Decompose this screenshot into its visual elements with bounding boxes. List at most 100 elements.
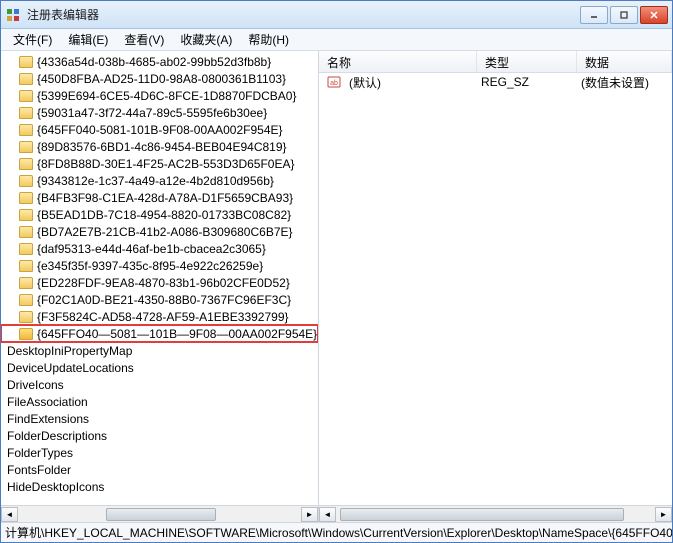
tree-item-label: {e345f35f-9397-435c-8f95-4e922c26259e} (37, 259, 263, 273)
list-scroll-right-button[interactable]: ► (655, 507, 672, 522)
cell-data: (数值未设置) (577, 74, 672, 91)
scroll-thumb-left[interactable] (106, 508, 216, 521)
tree-item-label: {59031a47-3f72-44a7-89c5-5595fe6b30ee} (37, 106, 267, 120)
tree-item[interactable]: {F02C1A0D-BE21-4350-88B0-7367FC96EF3C} (1, 291, 318, 308)
tree-item[interactable]: {89D83576-6BD1-4c86-9454-BEB04E94C819} (1, 138, 318, 155)
tree-item-label: {B5EAD1DB-7C18-4954-8820-01733BC08C82} (37, 208, 291, 222)
scroll-right-button[interactable]: ► (301, 507, 318, 522)
window-controls (580, 6, 668, 24)
tree-item-label: {645FFO40—5081—101B—9F08—00AA002F954E} (37, 327, 317, 341)
tree-item[interactable]: DesktopIniPropertyMap (1, 342, 318, 359)
tree-item-label: {B4FB3F98-C1EA-428d-A78A-D1F5659CBA93} (37, 191, 293, 205)
menu-help[interactable]: 帮助(H) (240, 29, 297, 50)
menu-bar: 文件(F) 编辑(E) 查看(V) 收藏夹(A) 帮助(H) (1, 29, 672, 51)
tree-item[interactable]: {B5EAD1DB-7C18-4954-8820-01733BC08C82} (1, 206, 318, 223)
folder-icon (19, 294, 33, 306)
tree-item[interactable]: {F3F5824C-AD58-4728-AF59-A1EBE3392799} (1, 308, 318, 325)
tree-item-label: {9343812e-1c37-4a49-a12e-4b2d810d956b} (37, 174, 274, 188)
tree-item-label: HideDesktopIcons (7, 480, 104, 494)
tree-item-label: {F02C1A0D-BE21-4350-88B0-7367FC96EF3C} (37, 293, 291, 307)
tree-item-label: FontsFolder (7, 463, 71, 477)
tree-item[interactable]: FolderDescriptions (1, 427, 318, 444)
tree-item-label: FindExtensions (7, 412, 89, 426)
maximize-button[interactable] (610, 6, 638, 24)
tree-scroll[interactable]: {4336a54d-038b-4685-ab02-99bb52d3fb8b} {4… (1, 51, 318, 505)
app-window: 注册表编辑器 文件(F) 编辑(E) 查看(V) 收藏夹(A) 帮助(H) {4… (0, 0, 673, 543)
status-bar: 计算机\HKEY_LOCAL_MACHINE\SOFTWARE\Microsof… (1, 522, 672, 542)
tree: {4336a54d-038b-4685-ab02-99bb52d3fb8b} {4… (1, 51, 318, 495)
title-bar[interactable]: 注册表编辑器 (1, 1, 672, 29)
menu-view[interactable]: 查看(V) (116, 29, 172, 50)
tree-item[interactable]: {B4FB3F98-C1EA-428d-A78A-D1F5659CBA93} (1, 189, 318, 206)
tree-item-label: FolderDescriptions (7, 429, 107, 443)
folder-icon (19, 328, 33, 340)
tree-item-label: {450D8FBA-AD25-11D0-98A8-0800361B1103} (37, 72, 286, 86)
tree-item-label: {BD7A2E7B-21CB-41b2-A086-B309680C6B7E} (37, 225, 293, 239)
header-data[interactable]: 数据 (577, 51, 672, 72)
menu-edit[interactable]: 编辑(E) (60, 29, 116, 50)
folder-icon (19, 192, 33, 204)
scroll-left-button[interactable]: ◄ (1, 507, 18, 522)
tree-item[interactable]: {8FD8B88D-30E1-4F25-AC2B-553D3D65F0EA} (1, 155, 318, 172)
minimize-button[interactable] (580, 6, 608, 24)
tree-item-label: {89D83576-6BD1-4c86-9454-BEB04E94C819} (37, 140, 287, 154)
list-row[interactable]: ab(默认)REG_SZ(数值未设置) (319, 73, 672, 91)
list-header: 名称 类型 数据 (319, 51, 672, 73)
tree-item[interactable]: {BD7A2E7B-21CB-41b2-A086-B309680C6B7E} (1, 223, 318, 240)
tree-item-label: {F3F5824C-AD58-4728-AF59-A1EBE3392799} (37, 310, 289, 324)
main-area: {4336a54d-038b-4685-ab02-99bb52d3fb8b} {4… (1, 51, 672, 522)
tree-hscrollbar: ◄ ► (1, 505, 318, 522)
window-title: 注册表编辑器 (27, 6, 580, 23)
folder-icon (19, 243, 33, 255)
status-path: 计算机\HKEY_LOCAL_MACHINE\SOFTWARE\Microsof… (5, 524, 672, 541)
scroll-track-right[interactable] (336, 507, 655, 522)
folder-icon (19, 56, 33, 68)
menu-favorites[interactable]: 收藏夹(A) (172, 29, 240, 50)
cell-name: (默认) (345, 74, 477, 91)
tree-item[interactable]: FolderTypes (1, 444, 318, 461)
menu-file[interactable]: 文件(F) (5, 29, 60, 50)
header-type[interactable]: 类型 (477, 51, 577, 72)
tree-item[interactable]: FindExtensions (1, 410, 318, 427)
folder-icon (19, 73, 33, 85)
tree-item[interactable]: HideDesktopIcons (1, 478, 318, 495)
tree-item-label: DriveIcons (7, 378, 64, 392)
tree-item-label: {5399E694-6CE5-4D6C-8FCE-1D8870FDCBA0} (37, 89, 296, 103)
tree-item[interactable]: FontsFolder (1, 461, 318, 478)
folder-icon (19, 90, 33, 102)
tree-item[interactable]: {5399E694-6CE5-4D6C-8FCE-1D8870FDCBA0} (1, 87, 318, 104)
list-scroll-left-button[interactable]: ◄ (319, 507, 336, 522)
tree-item[interactable]: {daf95313-e44d-46af-be1b-cbacea2c3065} (1, 240, 318, 257)
tree-item-label: DesktopIniPropertyMap (7, 344, 132, 358)
tree-item[interactable]: {ED228FDF-9EA8-4870-83b1-96b02CFE0D52} (1, 274, 318, 291)
tree-item-label: {4336a54d-038b-4685-ab02-99bb52d3fb8b} (37, 55, 271, 69)
header-name[interactable]: 名称 (319, 51, 477, 72)
cell-type: REG_SZ (477, 75, 577, 89)
tree-item-label: FolderTypes (7, 446, 73, 460)
tree-item-label: {645FF040-5081-101B-9F08-00AA002F954E} (37, 123, 283, 137)
scroll-track-left[interactable] (18, 507, 301, 522)
tree-item[interactable]: {4336a54d-038b-4685-ab02-99bb52d3fb8b} (1, 53, 318, 70)
tree-item[interactable]: {9343812e-1c37-4a49-a12e-4b2d810d956b} (1, 172, 318, 189)
tree-item-label: {ED228FDF-9EA8-4870-83b1-96b02CFE0D52} (37, 276, 290, 290)
tree-item[interactable]: FileAssociation (1, 393, 318, 410)
list-pane: 名称 类型 数据 ab(默认)REG_SZ(数值未设置) ◄ ► (319, 51, 672, 522)
tree-item[interactable]: {645FF040-5081-101B-9F08-00AA002F954E} (1, 121, 318, 138)
tree-item[interactable]: DriveIcons (1, 376, 318, 393)
tree-item[interactable]: {645FFO40—5081—101B—9F08—00AA002F954E} (1, 325, 318, 342)
tree-item-label: {daf95313-e44d-46af-be1b-cbacea2c3065} (37, 242, 266, 256)
close-button[interactable] (640, 6, 668, 24)
tree-item[interactable]: {59031a47-3f72-44a7-89c5-5595fe6b30ee} (1, 104, 318, 121)
scroll-thumb-right[interactable] (340, 508, 624, 521)
list-hscrollbar: ◄ ► (319, 505, 672, 522)
tree-item-label: {8FD8B88D-30E1-4F25-AC2B-553D3D65F0EA} (37, 157, 294, 171)
tree-item[interactable]: DeviceUpdateLocations (1, 359, 318, 376)
folder-icon (19, 107, 33, 119)
tree-item-label: FileAssociation (7, 395, 88, 409)
list-area[interactable]: ab(默认)REG_SZ(数值未设置) (319, 73, 672, 505)
tree-item[interactable]: {450D8FBA-AD25-11D0-98A8-0800361B1103} (1, 70, 318, 87)
tree-item[interactable]: {e345f35f-9397-435c-8f95-4e922c26259e} (1, 257, 318, 274)
folder-icon (19, 277, 33, 289)
app-icon (5, 7, 21, 23)
tree-pane: {4336a54d-038b-4685-ab02-99bb52d3fb8b} {4… (1, 51, 319, 522)
